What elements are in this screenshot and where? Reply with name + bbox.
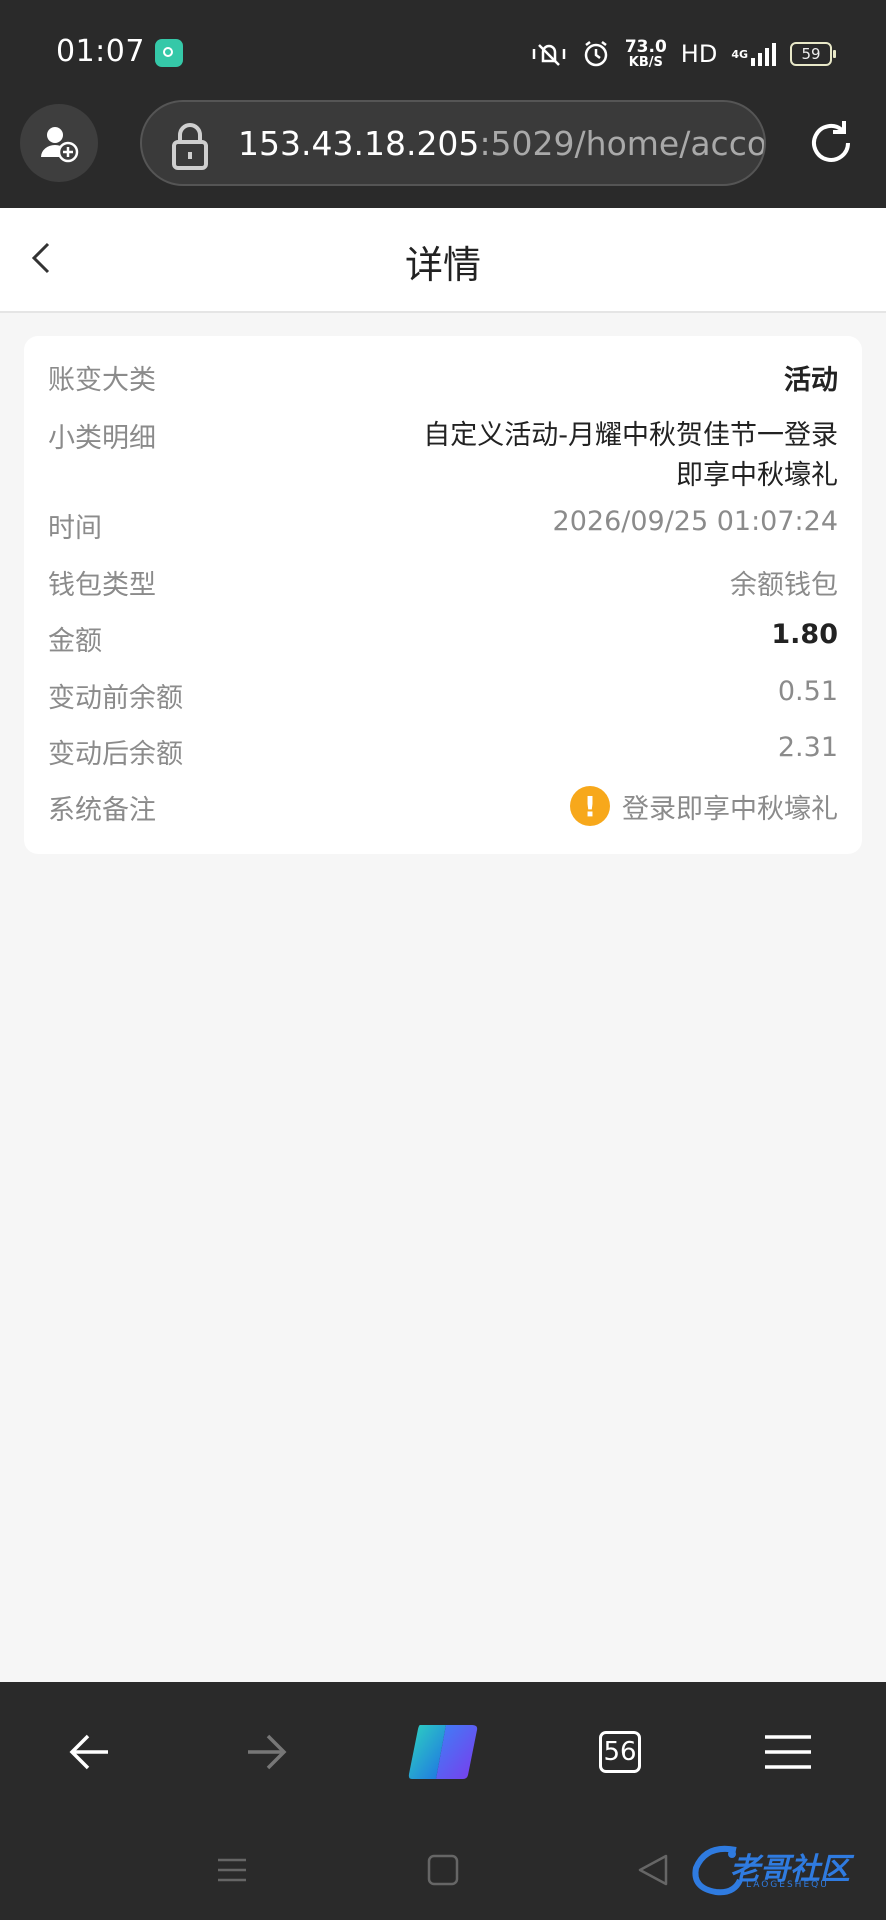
warning-icon: ! [570, 786, 610, 826]
menu-button[interactable] [758, 1722, 818, 1782]
network-speed: 73.0 KB/S [624, 37, 667, 70]
browser-address-bar: 153.43.18.205:5029/home/accou [0, 100, 886, 208]
status-bar: 01:07 73.0 KB/S HD 4G 59 [0, 0, 886, 100]
detail-value: 活动 [784, 365, 838, 396]
detail-value: 1.80 [771, 619, 838, 650]
detail-label: 钱包类型 [48, 570, 156, 601]
alarm-icon [581, 39, 611, 69]
tabs-button[interactable]: 56 [590, 1722, 650, 1782]
detail-label: 时间 [48, 513, 102, 544]
speed-value: 73.0 [624, 37, 667, 57]
url-field[interactable]: 153.43.18.205:5029/home/accou [140, 100, 766, 186]
detail-label: 小类明细 [48, 423, 156, 454]
detail-value: 0.51 [777, 676, 838, 707]
hd-indicator: HD [680, 40, 718, 68]
tabs-count: 56 [599, 1731, 641, 1773]
lock-icon [172, 123, 208, 170]
signal-icon: 4G [731, 42, 776, 66]
network-type: 4G [731, 47, 748, 61]
app-notification-icon [155, 39, 183, 67]
nav-back-button[interactable] [60, 1722, 120, 1782]
copilot-icon [408, 1725, 478, 1779]
page-title: 详情 [404, 243, 481, 287]
detail-value: 2026/09/25 01:07:24 [552, 506, 838, 537]
copilot-button[interactable] [406, 1714, 482, 1790]
remark-text: 登录即享中秋壕礼 [622, 793, 838, 825]
watermark-subtext: LAOGESHEQU [746, 1880, 829, 1890]
detail-label: 金额 [48, 626, 102, 657]
vibrate-silent-icon [531, 39, 567, 69]
detail-card: 账变大类 活动 小类明细 自定义活动-月耀中秋贺佳节一登录即享中秋壕礼 时间 2… [24, 336, 862, 854]
page-header: 详情 [0, 208, 886, 313]
url-path: :5029/home/accou [479, 124, 766, 163]
speed-unit: KB/S [628, 55, 663, 70]
arrow-left-icon [69, 1734, 108, 1770]
home-icon[interactable] [423, 1850, 463, 1890]
remark-value: ! 登录即享中秋壕礼 [570, 786, 838, 826]
url-host: 153.43.18.205 [238, 124, 480, 163]
profile-button[interactable] [20, 104, 98, 182]
add-user-icon [41, 127, 79, 163]
url-text: 153.43.18.205:5029/home/accou [238, 124, 766, 163]
detail-label: 账变大类 [48, 365, 156, 396]
arrow-right-icon [248, 1734, 287, 1770]
detail-value: 自定义活动-月耀中秋贺佳节一登录即享中秋壕礼 [423, 420, 838, 491]
detail-label: 变动后余额 [48, 739, 183, 770]
detail-value: 余额钱包 [730, 570, 838, 601]
status-time: 01:07 [56, 34, 145, 69]
site-watermark: 老哥社区 LAOGESHEQU [686, 1838, 876, 1902]
detail-value: 2.31 [777, 732, 838, 763]
system-back-icon[interactable] [634, 1850, 674, 1890]
detail-label: 变动前余额 [48, 683, 183, 714]
battery-icon: 59 [790, 42, 836, 66]
nav-forward-button[interactable] [236, 1722, 296, 1782]
detail-label: 系统备注 [48, 795, 156, 826]
reload-icon[interactable] [804, 116, 858, 170]
hamburger-menu-icon [765, 1735, 811, 1769]
browser-bottom-nav: 56 [0, 1682, 886, 1822]
status-icons: 73.0 KB/S HD 4G 59 [531, 36, 836, 72]
recents-icon[interactable] [212, 1850, 252, 1890]
